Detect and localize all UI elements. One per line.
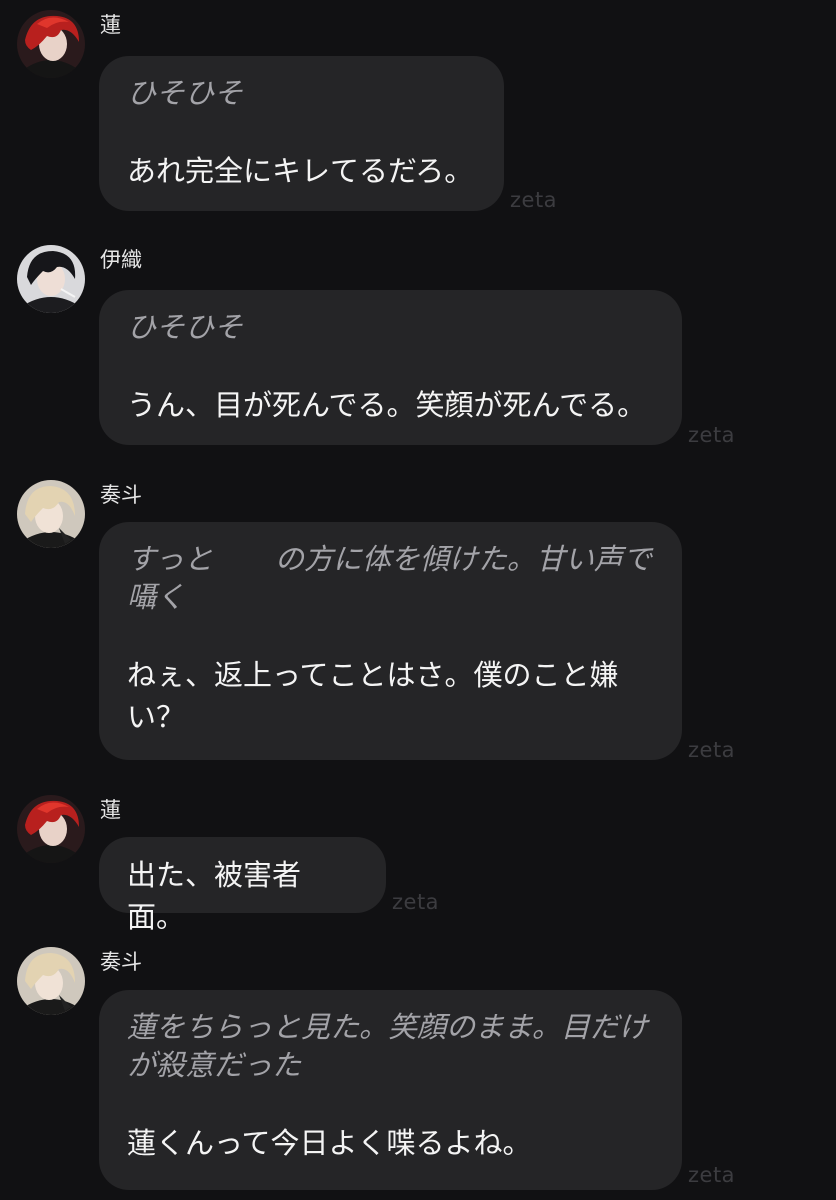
action-text-line: 囁く <box>127 580 186 614</box>
message-bubble: 蓮をちらっと見た。笑顔のまま。目だけ が殺意だった 蓮くんって今日よく喋るよね。 <box>99 990 682 1190</box>
zeta-watermark: zeta <box>688 1163 736 1187</box>
zeta-watermark: zeta <box>392 890 440 914</box>
action-text: すっと の方に体を傾けた。甘い声で <box>127 540 654 578</box>
speaker-name: 蓮 <box>100 13 121 37</box>
red-hair-character-avatar-icon[interactable] <box>17 10 85 78</box>
speech-text: うん、目が死んでる。笑顔が死んでる。 <box>127 388 647 422</box>
speaker-name: 奏斗 <box>100 483 142 507</box>
message-bubble: 出た、被害者面。 <box>99 837 386 934</box>
speaker-name: 伊織 <box>100 248 142 272</box>
action-text-part: すっと <box>127 542 213 576</box>
speech-text-line: い？ <box>127 700 186 734</box>
message-bubble: ひそひそ あれ完全にキレてるだろ。 <box>99 56 504 211</box>
red-hair-character-avatar-icon[interactable] <box>17 795 85 863</box>
speaker-name: 奏斗 <box>100 950 142 974</box>
blonde-hair-character-avatar-icon[interactable] <box>17 947 85 1015</box>
action-text-part: の方に体を傾けた。甘い声で <box>274 542 652 576</box>
speech-text-line: ねぇ、返上ってことはさ。僕のこと嫌 <box>127 658 619 692</box>
speech-text: 出た、被害者面。 <box>127 858 302 934</box>
blonde-hair-character-avatar-icon[interactable] <box>17 480 85 548</box>
action-text-line: が殺意だった <box>127 1048 302 1082</box>
speech-text: あれ完全にキレてるだろ。 <box>127 154 474 188</box>
speech-text: 蓮くんって今日よく喋るよね。 <box>127 1126 532 1160</box>
action-text-line: 蓮をちらっと見た。笑顔のまま。目だけ <box>127 1010 648 1044</box>
message-bubble: すっと の方に体を傾けた。甘い声で 囁く ねぇ、返上ってことはさ。僕のこと嫌 い？ <box>99 522 682 760</box>
zeta-watermark: zeta <box>688 738 736 762</box>
zeta-watermark: zeta <box>688 423 736 447</box>
message-bubble: ひそひそ うん、目が死んでる。笑顔が死んでる。 <box>99 290 682 445</box>
action-text: ひそひそ <box>127 76 244 110</box>
zeta-watermark: zeta <box>510 188 558 212</box>
black-hair-character-avatar-icon[interactable] <box>17 245 85 313</box>
speaker-name: 蓮 <box>100 798 121 822</box>
action-text: ひそひそ <box>127 310 244 344</box>
